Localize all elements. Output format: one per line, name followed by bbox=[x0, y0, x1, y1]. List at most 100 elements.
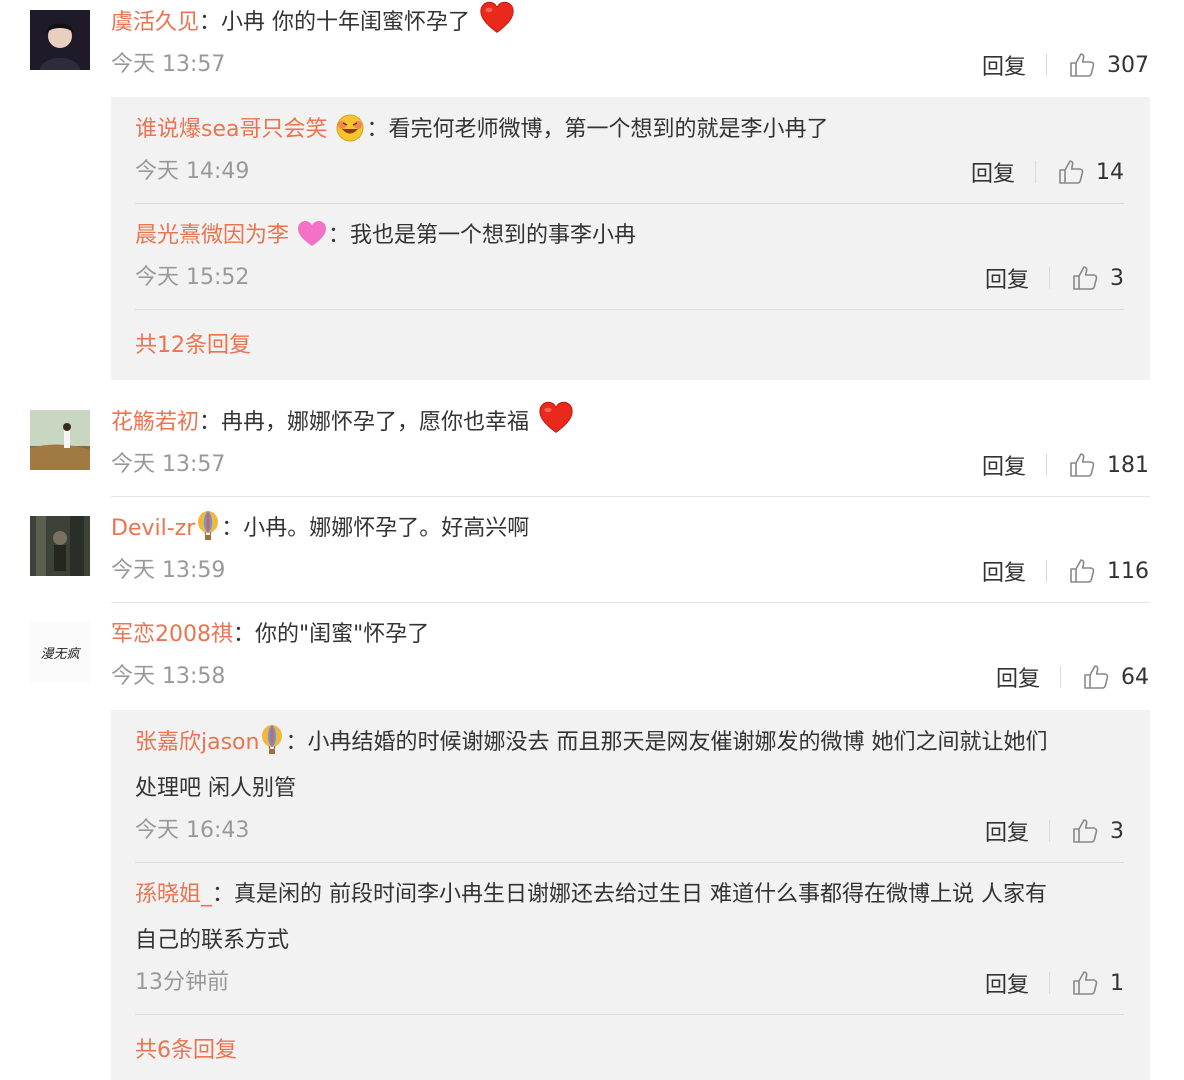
reply-time: 今天 14:49 bbox=[135, 159, 250, 184]
reply-button[interactable]: 回复 bbox=[985, 815, 1029, 847]
thumbs-up-icon bbox=[1056, 157, 1086, 187]
comment-time: 今天 13:57 bbox=[111, 452, 226, 477]
comment-actions: 回复 116 bbox=[982, 555, 1149, 587]
reply-button[interactable]: 回复 bbox=[985, 967, 1029, 999]
heart-emoji-icon bbox=[477, 0, 517, 36]
comment-time: 今天 13:57 bbox=[111, 52, 226, 77]
reply-button[interactable]: 回复 bbox=[982, 555, 1026, 587]
like-button[interactable]: 181 bbox=[1067, 450, 1149, 480]
comment-time: 今天 13:58 bbox=[111, 664, 226, 689]
username-link[interactable]: 军恋2008祺 bbox=[111, 622, 233, 647]
like-count: 181 bbox=[1107, 452, 1149, 478]
like-button[interactable]: 116 bbox=[1067, 556, 1149, 586]
thumbs-up-icon bbox=[1067, 450, 1097, 480]
username-link[interactable]: 花觞若初 bbox=[111, 410, 199, 435]
thumbs-up-icon bbox=[1067, 50, 1097, 80]
thumbs-up-icon bbox=[1070, 968, 1100, 998]
reply-text-continued: 自己的联系方式 bbox=[135, 928, 290, 953]
avatar[interactable] bbox=[30, 516, 90, 576]
reply-time: 今天 15:52 bbox=[135, 265, 250, 290]
divider bbox=[1035, 161, 1036, 183]
reply-actions: 回复 1 bbox=[985, 967, 1124, 999]
reply-line: 张嘉欣jason ：小冉结婚的时候谢娜没去 而且那天是网友催谢娜发的微博 她们之间… bbox=[135, 728, 1047, 758]
reply-text: 看完何老师微博，第一个想到的就是李小冉了 bbox=[388, 117, 829, 142]
divider bbox=[1049, 972, 1050, 994]
laughing-emoji-icon bbox=[336, 114, 364, 142]
more-replies-link[interactable]: 共6条回复 bbox=[135, 1036, 237, 1066]
divider bbox=[135, 309, 1124, 310]
username-link[interactable]: 孫晓姐_ bbox=[135, 882, 212, 907]
like-count: 307 bbox=[1107, 52, 1149, 78]
comment-text: 你的"闺蜜"怀孕了 bbox=[255, 622, 430, 647]
thumbs-up-icon bbox=[1067, 556, 1097, 586]
balloon-badge-icon bbox=[259, 725, 285, 755]
reply-text-continued: 处理吧 闲人别管 bbox=[135, 776, 296, 801]
reply-box: 谁说爆sea哥只会笑 ：看完何老师微博，第一个想到的就是李小冉了 今天 14:4… bbox=[111, 97, 1150, 380]
username-link[interactable]: Devil-zr bbox=[111, 516, 195, 541]
avatar[interactable] bbox=[30, 410, 90, 470]
reply-button[interactable]: 回复 bbox=[985, 262, 1029, 294]
comment-line: 花觞若初：冉冉，娜娜怀孕了，愿你也幸福 bbox=[111, 408, 576, 438]
divider bbox=[135, 862, 1124, 863]
thumbs-up-icon bbox=[1081, 662, 1111, 692]
like-button[interactable]: 3 bbox=[1070, 263, 1124, 293]
divider bbox=[1046, 54, 1047, 76]
pink-heart-emoji-icon bbox=[298, 221, 327, 246]
reply-text: 我也是第一个想到的事李小冉 bbox=[350, 223, 637, 248]
more-replies-link[interactable]: 共12条回复 bbox=[135, 331, 251, 361]
divider bbox=[1049, 820, 1050, 842]
comment-line: 军恋2008祺：你的"闺蜜"怀孕了 bbox=[111, 622, 430, 647]
like-count: 3 bbox=[1110, 265, 1124, 291]
comment-text: 小冉 你的十年闺蜜怀孕了 bbox=[221, 10, 471, 35]
like-button[interactable]: 3 bbox=[1070, 816, 1124, 846]
comment-text: 冉冉，娜娜怀孕了，愿你也幸福 bbox=[221, 410, 530, 435]
reply-button[interactable]: 回复 bbox=[971, 156, 1015, 188]
username-link[interactable]: 晨光熹微因为李 bbox=[135, 223, 289, 248]
divider bbox=[135, 203, 1124, 204]
reply-actions: 回复 14 bbox=[971, 156, 1124, 188]
thumbs-up-icon bbox=[1070, 263, 1100, 293]
divider bbox=[1060, 666, 1061, 688]
comment-actions: 回复 181 bbox=[982, 449, 1149, 481]
divider bbox=[111, 602, 1150, 603]
reply-line: 晨光熹微因为李 ：我也是第一个想到的事李小冉 bbox=[135, 221, 636, 251]
balloon-badge-icon bbox=[195, 511, 221, 541]
comment-line: Devil-zr ：小冉。娜娜怀孕了。好高兴啊 bbox=[111, 514, 529, 544]
username-link[interactable]: 虞活久见 bbox=[111, 10, 199, 35]
divider bbox=[1046, 454, 1047, 476]
reply-actions: 回复 3 bbox=[985, 815, 1124, 847]
comment-actions: 回复 307 bbox=[982, 49, 1149, 81]
comment-time: 今天 13:59 bbox=[111, 558, 226, 583]
like-count: 3 bbox=[1110, 818, 1124, 844]
reply-button[interactable]: 回复 bbox=[996, 661, 1040, 693]
divider bbox=[1046, 560, 1047, 582]
thumbs-up-icon bbox=[1070, 816, 1100, 846]
heart-emoji-icon bbox=[536, 400, 576, 436]
reply-box: 张嘉欣jason ：小冉结婚的时候谢娜没去 而且那天是网友催谢娜发的微博 她们之间… bbox=[111, 710, 1150, 1080]
reply-text: 小冉结婚的时候谢娜没去 而且那天是网友催谢娜发的微博 她们之间就让她们 bbox=[307, 730, 1048, 755]
reply-text: 真是闲的 前段时间李小冉生日谢娜还去给过生日 难道什么事都得在微博上说 人家有 bbox=[234, 882, 1048, 907]
like-button[interactable]: 64 bbox=[1081, 662, 1149, 692]
reply-time: 今天 16:43 bbox=[135, 818, 250, 843]
reply-button[interactable]: 回复 bbox=[982, 449, 1026, 481]
like-button[interactable]: 14 bbox=[1056, 157, 1124, 187]
reply-line: 谁说爆sea哥只会笑 ：看完何老师微博，第一个想到的就是李小冉了 bbox=[135, 114, 829, 145]
avatar[interactable]: 漫无疯 bbox=[30, 622, 90, 682]
username-link[interactable]: 张嘉欣jason bbox=[135, 730, 259, 755]
reply-actions: 回复 3 bbox=[985, 262, 1124, 294]
divider bbox=[1049, 267, 1050, 289]
username-link[interactable]: 谁说爆sea哥只会笑 bbox=[135, 117, 327, 142]
avatar[interactable] bbox=[30, 10, 90, 70]
avatar-calligraphy: 漫无疯 bbox=[40, 646, 80, 662]
reply-time: 13分钟前 bbox=[135, 970, 229, 995]
like-count: 1 bbox=[1110, 970, 1124, 996]
like-count: 64 bbox=[1121, 664, 1149, 690]
comment-text: 小冉。娜娜怀孕了。好高兴啊 bbox=[243, 516, 530, 541]
like-count: 116 bbox=[1107, 558, 1149, 584]
reply-button[interactable]: 回复 bbox=[982, 49, 1026, 81]
divider bbox=[111, 496, 1150, 497]
like-button[interactable]: 307 bbox=[1067, 50, 1149, 80]
reply-line: 孫晓姐_：真是闲的 前段时间李小冉生日谢娜还去给过生日 难道什么事都得在微博上说… bbox=[135, 882, 1048, 907]
divider bbox=[135, 1014, 1124, 1015]
like-button[interactable]: 1 bbox=[1070, 968, 1124, 998]
